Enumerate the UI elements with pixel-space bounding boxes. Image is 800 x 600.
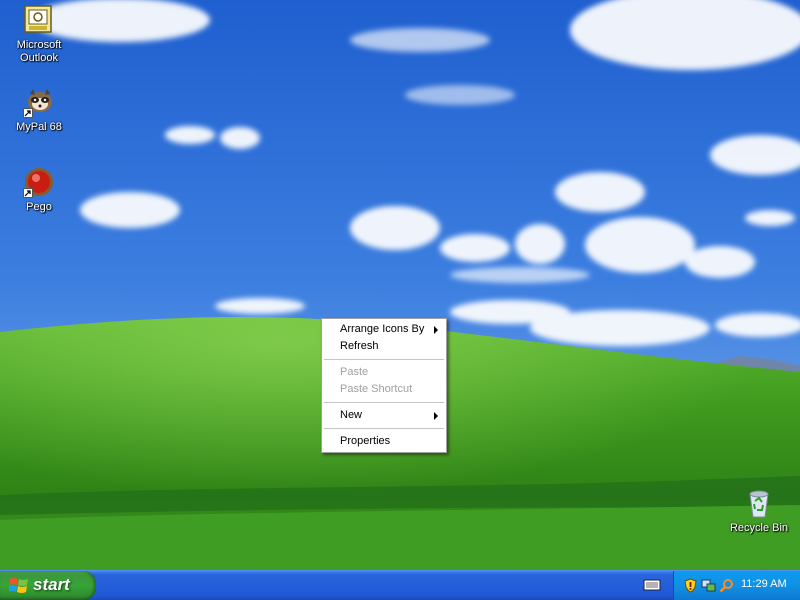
keyboard-icon[interactable] [643,578,661,592]
desktop-icon-label: MyPal 68 [16,121,62,133]
desktop-icon-pego[interactable]: Pego [1,166,77,214]
menu-item-label: New [340,409,363,421]
desktop-icon-label: Recycle Bin [729,522,789,534]
desktop-icon-recycle-bin[interactable]: Recycle Bin [721,487,797,535]
menu-item-label: Arrange Icons By [340,323,425,335]
shortcut-arrow-icon [23,108,33,118]
menu-item-label: Paste [340,366,369,378]
menu-separator [324,359,444,360]
desktop-icon-mypal[interactable]: MyPal 68 [1,86,77,134]
pego-icon [23,166,55,198]
recycle-bin-icon [743,487,775,519]
security-shield-icon[interactable] [683,578,698,593]
mypal-icon [23,86,55,118]
start-button[interactable]: start [0,571,96,600]
menu-separator [324,428,444,429]
submenu-arrow-icon [434,326,438,334]
submenu-arrow-icon [434,412,438,420]
start-label: start [33,575,70,594]
search-icon[interactable] [719,578,734,593]
network-icon[interactable] [701,578,716,593]
menu-item-refresh[interactable]: Refresh [322,338,446,355]
clock[interactable]: 11:29 AM [741,578,787,590]
menu-separator [324,402,444,403]
menu-item-properties[interactable]: Properties [322,433,446,450]
menu-item-label: Paste Shortcut [340,383,413,395]
taskbar[interactable]: start 11:29 AM [0,570,800,600]
menu-item-arrange-icons-by[interactable]: Arrange Icons By [322,321,446,338]
menu-item-label: Refresh [340,340,379,352]
menu-item-paste-shortcut[interactable]: Paste Shortcut [322,381,446,398]
shortcut-arrow-icon [23,188,33,198]
desktop-icon-label: Microsoft Outlook [16,39,62,64]
menu-item-label: Properties [340,435,391,447]
menu-item-paste[interactable]: Paste [322,364,446,381]
outlook-icon [23,4,55,36]
desktop-context-menu: Arrange Icons By Refresh Paste Paste Sho… [321,318,447,453]
windows-logo-icon [8,576,29,595]
menu-item-new[interactable]: New [322,407,446,424]
desktop-wallpaper[interactable] [0,0,800,570]
system-tray: 11:29 AM [673,571,800,600]
desktop-icon-outlook[interactable]: Microsoft Outlook [1,4,77,65]
desktop-icon-label: Pego [26,201,52,213]
